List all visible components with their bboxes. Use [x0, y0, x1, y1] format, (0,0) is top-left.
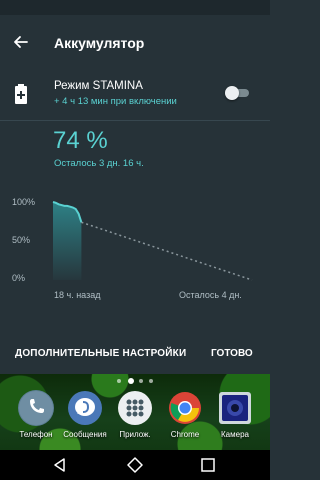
dock-app-messages[interactable]: Сообщения: [58, 390, 112, 446]
apps-icon: [117, 390, 153, 426]
stamina-toggle[interactable]: [225, 86, 251, 100]
battery-plus-icon: [14, 84, 28, 104]
battery-chart: 100% 50% 0% 18 ч. назад Осталось 4 дн.: [0, 190, 270, 305]
page-dot: [149, 379, 153, 383]
dock-label: Телефон: [19, 430, 53, 439]
nav-back-button[interactable]: [50, 455, 70, 475]
dock-app-apps[interactable]: Прилож.: [108, 390, 162, 446]
stamina-title: Режим STAMINA: [54, 80, 143, 92]
nav-home-icon: [127, 457, 143, 473]
done-button[interactable]: ГОТОВО: [211, 348, 253, 359]
projection-line: [81, 221, 253, 281]
nav-back-icon: [54, 458, 65, 472]
battery-chart-plot: [52, 201, 253, 281]
nav-recents-button[interactable]: [198, 455, 218, 475]
navigation-bar: [0, 450, 270, 480]
battery-remaining: Осталось 3 дн. 16 ч.: [54, 158, 144, 169]
page-title: Аккумулятор: [54, 35, 145, 51]
nav-home-button[interactable]: [125, 455, 145, 475]
action-bar: ДОПОЛНИТЕЛЬНЫЕ НАСТРОЙКИ ГОТОВО: [0, 340, 270, 370]
toggle-thumb: [225, 86, 239, 100]
dock-label: Прилож.: [119, 430, 151, 439]
nav-recents-icon: [201, 458, 215, 472]
history-area: [53, 202, 82, 280]
dock-app-camera[interactable]: Камера: [208, 390, 262, 446]
x-start-label: 18 ч. назад: [54, 290, 101, 300]
stamina-mode-row[interactable]: Режим STAMINA + 4 ч 13 мин при включении: [0, 70, 270, 120]
battery-percent: 74 %: [53, 127, 108, 154]
messages-icon: [67, 390, 103, 426]
home-screen-wallpaper: Телефон Сообщения Прилож. Chrome Камера: [0, 374, 270, 450]
dock-label: Сообщения: [63, 430, 107, 439]
back-arrow-icon: [14, 36, 28, 48]
dock-label: Chrome: [170, 430, 200, 439]
stamina-subtitle: + 4 ч 13 мин при включении: [54, 96, 177, 107]
app-bar: Аккумулятор: [0, 15, 270, 70]
status-bar: [0, 0, 270, 15]
x-end-label: Осталось 4 дн.: [179, 290, 242, 300]
page-dot-active: [128, 378, 134, 384]
dock-app-phone[interactable]: Телефон: [9, 390, 63, 446]
chrome-icon: [167, 390, 203, 426]
dock-app-chrome[interactable]: Chrome: [158, 390, 212, 446]
back-button[interactable]: [8, 29, 34, 55]
phone-icon: [18, 390, 54, 426]
page-dot: [139, 379, 143, 383]
dock-label: Камера: [221, 430, 249, 439]
page-indicator: [117, 377, 157, 385]
more-settings-button[interactable]: ДОПОЛНИТЕЛЬНЫЕ НАСТРОЙКИ: [15, 348, 186, 359]
camera-icon: [217, 390, 253, 426]
divider: [0, 120, 270, 121]
page-dot: [117, 379, 121, 383]
